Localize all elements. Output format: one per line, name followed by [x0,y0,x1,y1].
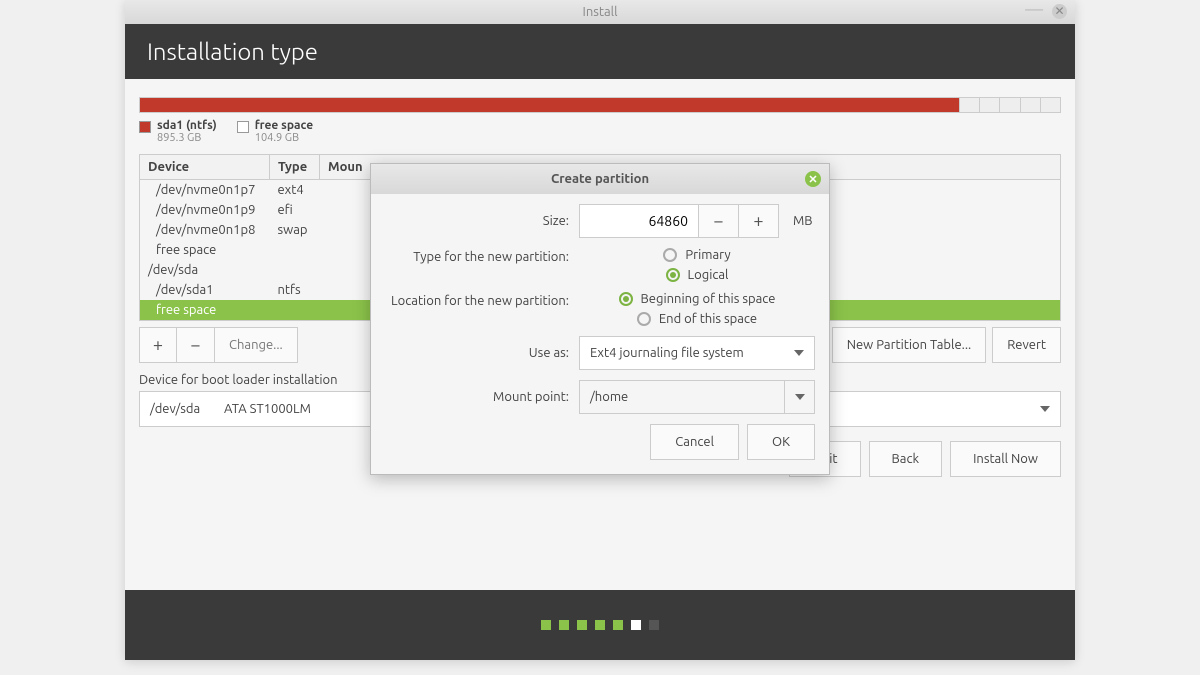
radio-icon [663,248,677,262]
radio-icon [666,268,680,282]
radio-logical[interactable]: Logical [666,268,729,282]
chevron-down-icon [1040,406,1050,412]
close-icon[interactable]: ✕ [1052,4,1067,19]
create-partition-dialog: Create partition ✕ Size: − + MB Type for… [370,163,830,475]
disk-usage-bar [139,97,1061,113]
location-label: Location for the new partition: [385,292,579,308]
col-device[interactable]: Device [140,155,270,180]
change-partition-button[interactable]: Change... [215,327,298,363]
size-input[interactable] [579,204,699,238]
size-label: Size: [385,214,579,228]
chevron-down-icon[interactable] [785,380,815,414]
dialog-titlebar[interactable]: Create partition ✕ [371,164,829,194]
radio-end[interactable]: End of this space [637,312,757,326]
progress-dots [125,590,1075,660]
legend-free-size: 104.9 GB [255,132,313,144]
legend-used-size: 895.3 GB [157,132,217,144]
usage-legend: sda1 (ntfs)895.3 GB free space104.9 GB [139,113,1061,154]
minimize-icon[interactable]: — [1025,4,1043,14]
radio-icon [637,312,651,326]
window-titlebar[interactable]: Install — ✕ [125,0,1075,24]
radio-icon [619,292,633,306]
type-label: Type for the new partition: [385,248,579,264]
size-unit: MB [793,214,813,228]
usage-segment-free [959,98,1060,112]
page-title: Installation type [125,24,1075,79]
size-decrement-button[interactable]: − [699,204,739,238]
mount-point-combobox[interactable]: /home [579,380,815,414]
usage-segment-used [140,98,959,112]
back-button[interactable]: Back [869,441,943,477]
use-as-select[interactable]: Ext4 journaling file system [579,336,815,370]
legend-free-label: free space [255,119,313,132]
legend-used-label: sda1 (ntfs) [157,119,217,132]
swatch-free-icon [237,121,249,133]
radio-beginning[interactable]: Beginning of this space [619,292,776,306]
ok-button[interactable]: OK [747,424,815,460]
col-type[interactable]: Type [270,155,320,180]
radio-primary[interactable]: Primary [663,248,730,262]
size-increment-button[interactable]: + [739,204,779,238]
cancel-button[interactable]: Cancel [650,424,739,460]
window-title: Install [583,5,618,19]
chevron-down-icon [794,350,804,356]
revert-button[interactable]: Revert [992,327,1061,363]
dialog-close-icon[interactable]: ✕ [805,171,821,187]
new-partition-table-button[interactable]: New Partition Table... [832,327,987,363]
install-now-button[interactable]: Install Now [950,441,1061,477]
dialog-title: Create partition [551,172,649,186]
mount-point-label: Mount point: [385,390,579,404]
swatch-used-icon [139,121,151,133]
remove-partition-button[interactable]: − [177,327,215,363]
add-partition-button[interactable]: + [139,327,177,363]
use-as-label: Use as: [385,346,579,360]
